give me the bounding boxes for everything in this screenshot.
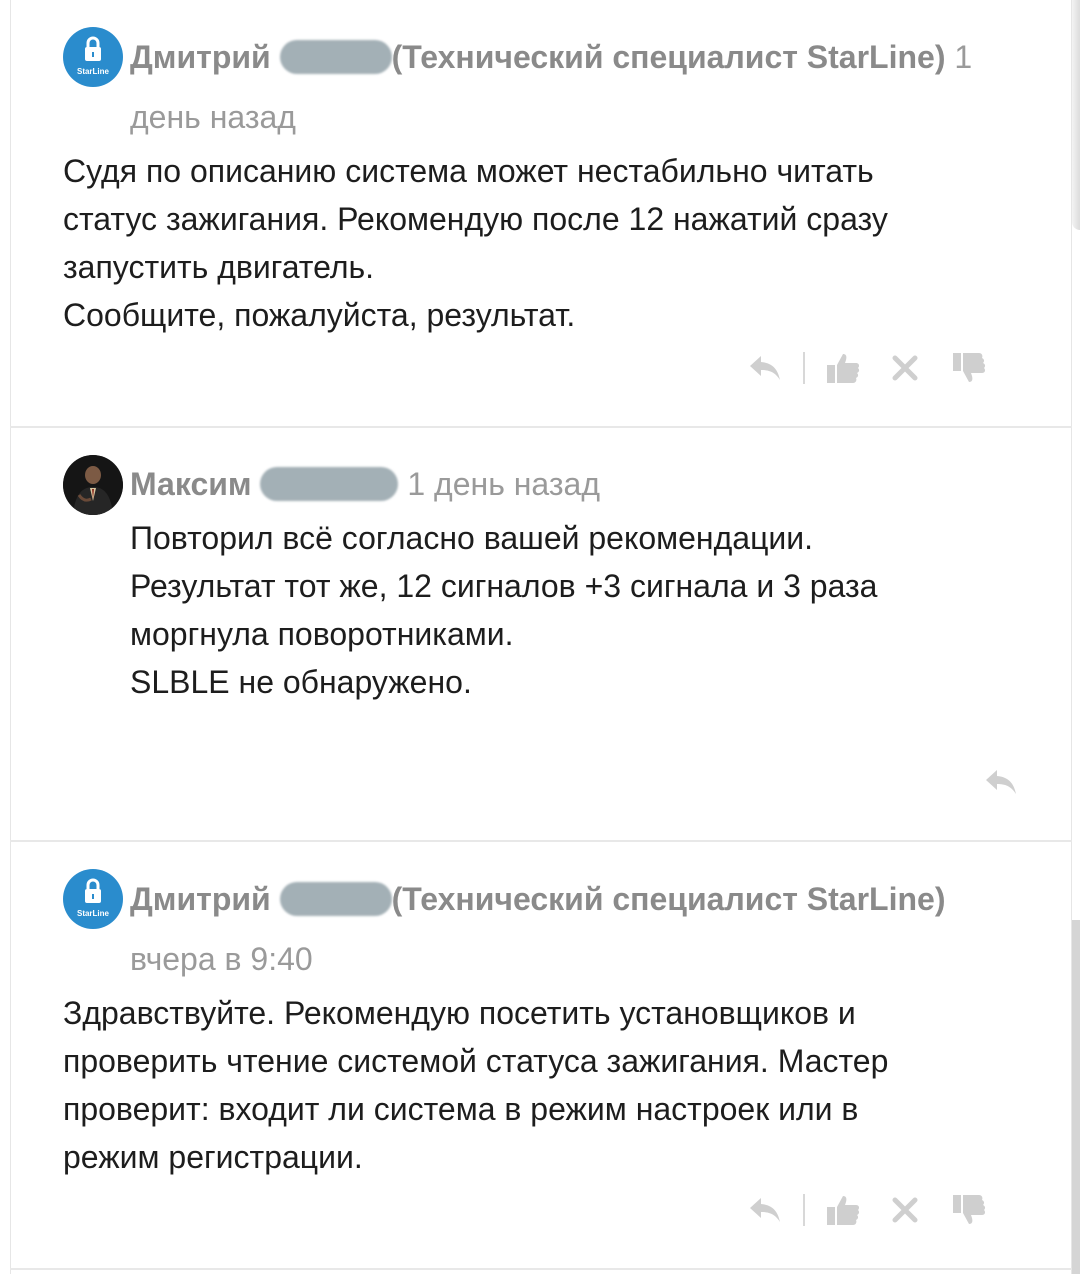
reply-icon [750,356,780,380]
close-icon [892,355,918,381]
close-icon [892,1197,918,1223]
reply-button[interactable] [981,762,1021,802]
delete-button[interactable] [885,1190,925,1230]
comment-actions [745,348,989,388]
redacted-surname [279,882,392,916]
actions-divider [803,352,805,384]
thumbs-down-icon [953,1195,986,1224]
comment-date-continued: день назад [130,99,296,135]
dislike-button[interactable] [949,1190,989,1230]
avatar[interactable]: StarLine [63,27,123,87]
dislike-button[interactable] [949,348,989,388]
reply-button[interactable] [745,1190,785,1230]
comment-header: Дмитрий (Технический специалист StarLine… [130,879,945,919]
comment-header: Максим 1 день назад [130,464,600,504]
comment-divider [10,1268,1072,1270]
comment-date: 1 [954,39,973,75]
author-name[interactable]: Максим [130,466,252,502]
scrollbar-track-top[interactable] [1072,0,1080,230]
comment-date: 1 день назад [407,466,600,502]
avatar-label: StarLine [77,67,110,76]
reply-icon [986,770,1016,794]
comment-text: Здравствуйте. Рекомендую посетить устано… [63,995,889,1175]
comment-text: Судя по описанию система может нестабиль… [63,153,888,333]
like-button[interactable] [823,348,863,388]
redacted-surname [279,40,392,74]
starline-logo-icon: StarLine [77,36,110,76]
comment-divider [10,426,1072,428]
comment-divider [10,840,1072,842]
like-button[interactable] [823,1190,863,1230]
thumbs-up-icon [827,354,860,383]
user-avatar-icon [63,455,123,515]
avatar[interactable]: StarLine [63,869,123,929]
reply-icon [750,1198,780,1222]
comment-date: вчера в 9:40 [130,941,313,977]
redacted-surname [260,467,399,501]
thumbs-down-icon [953,353,986,382]
avatar-label: StarLine [77,909,110,918]
thumbs-up-icon [827,1196,860,1225]
scrollbar-thumb[interactable] [1072,920,1080,1274]
reply-button[interactable] [745,348,785,388]
delete-button[interactable] [885,348,925,388]
starline-logo-icon: StarLine [77,878,110,918]
comment-actions [981,762,1021,802]
actions-divider [803,1194,805,1226]
author-name[interactable]: Дмитрий [130,39,271,75]
author-role: (Технический специалист StarLine) [391,881,946,917]
author-role: (Технический специалист StarLine) [391,39,946,75]
comment-actions [745,1190,989,1230]
comment-text: Повторил всё согласно вашей рекомендации… [130,520,878,700]
author-name[interactable]: Дмитрий [130,881,271,917]
avatar[interactable] [63,455,123,515]
comment-header: Дмитрий (Технический специалист StarLine… [130,37,972,77]
